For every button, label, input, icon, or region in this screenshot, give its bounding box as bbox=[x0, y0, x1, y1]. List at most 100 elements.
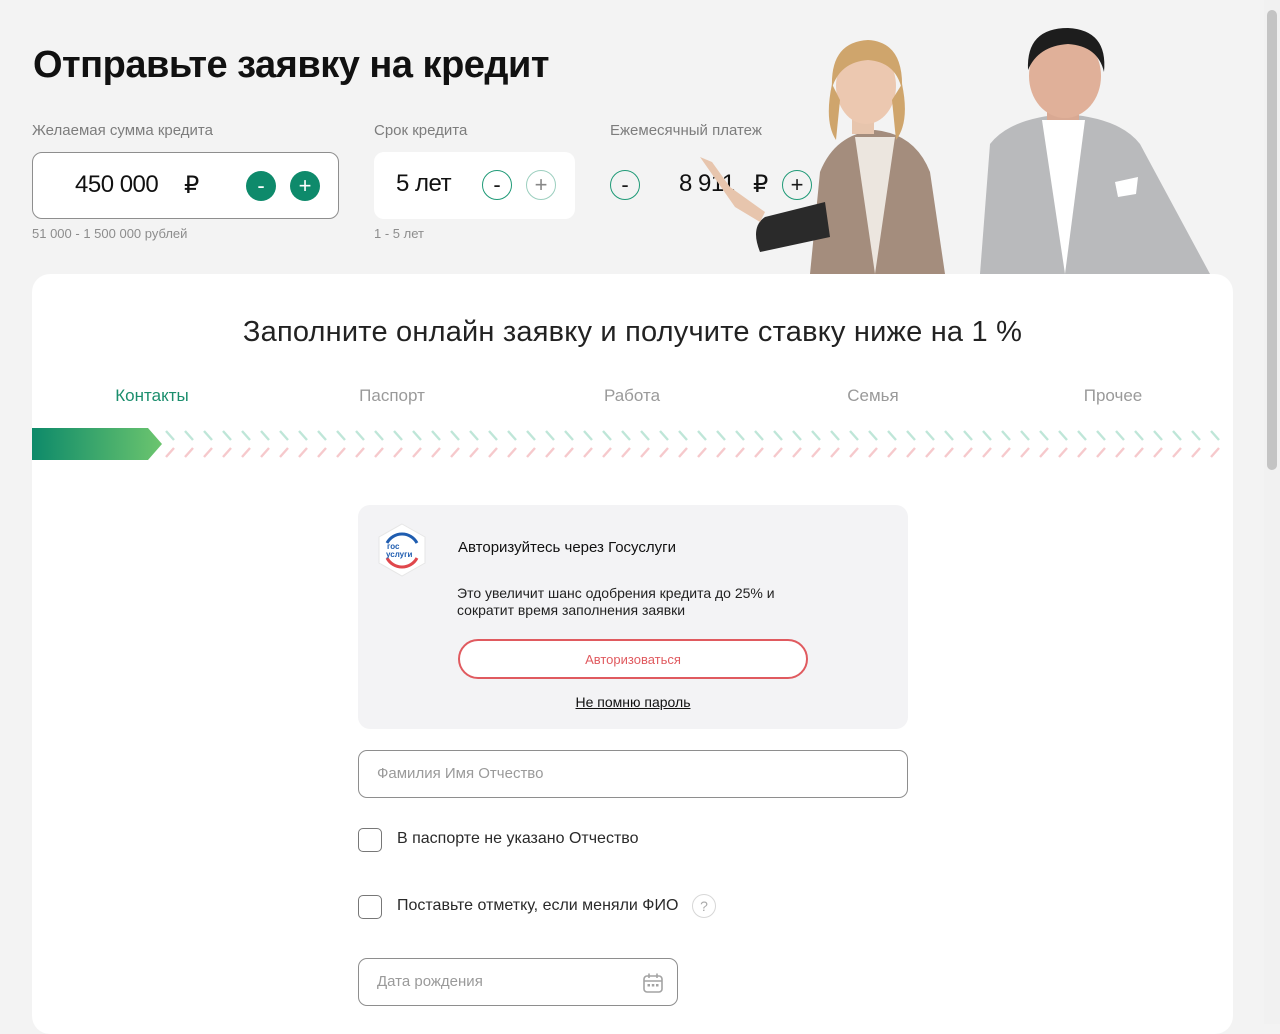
term-label: Срок кредита bbox=[374, 122, 468, 139]
progress-chevron bbox=[469, 430, 479, 441]
progress-chevron bbox=[602, 447, 612, 458]
full-name-input[interactable]: Фамилия Имя Отчество bbox=[358, 750, 908, 798]
progress-chevron bbox=[1058, 447, 1068, 458]
progress-chevron bbox=[298, 430, 308, 441]
term-increase-button[interactable]: + bbox=[526, 170, 556, 200]
amount-increase-button[interactable]: + bbox=[290, 171, 320, 201]
progress-chevron bbox=[374, 447, 384, 458]
progress-chevron bbox=[868, 447, 878, 458]
term-input[interactable]: 5 лет - + bbox=[374, 152, 575, 219]
progress-chevron bbox=[241, 430, 251, 441]
progress-chevron bbox=[982, 430, 992, 441]
progress-chevron bbox=[1134, 430, 1144, 441]
progress-fill bbox=[32, 428, 162, 460]
progress-chevron bbox=[317, 430, 327, 441]
page-scrollbar[interactable] bbox=[1264, 0, 1280, 1024]
progress-chevron bbox=[1172, 430, 1182, 441]
progress-chevron bbox=[735, 430, 745, 441]
progress-chevron bbox=[849, 447, 859, 458]
progress-chevron bbox=[754, 447, 764, 458]
progress-chevron bbox=[697, 430, 707, 441]
progress-chevron bbox=[583, 430, 593, 441]
progress-chevron bbox=[792, 430, 802, 441]
payment-decrease-button[interactable]: - bbox=[610, 170, 640, 200]
progress-chevron bbox=[545, 447, 555, 458]
progress-chevron bbox=[1058, 430, 1068, 441]
birth-date-input[interactable]: Дата рождения bbox=[358, 958, 678, 1006]
progress-chevron bbox=[1134, 447, 1144, 458]
progress-chevron bbox=[1210, 447, 1220, 458]
step-passport[interactable]: Паспорт bbox=[359, 386, 425, 406]
progress-chevron bbox=[1172, 447, 1182, 458]
progress-chevron bbox=[811, 447, 821, 458]
term-decrease-button[interactable]: - bbox=[482, 170, 512, 200]
progress-chevron bbox=[336, 430, 346, 441]
progress-chevron bbox=[507, 430, 517, 441]
progress-chevron bbox=[887, 447, 897, 458]
birth-date-placeholder: Дата рождения bbox=[377, 973, 483, 990]
progress-chevron bbox=[526, 430, 536, 441]
name-changed-checkbox[interactable] bbox=[358, 895, 382, 919]
step-work[interactable]: Работа bbox=[604, 386, 660, 406]
progress-chevron bbox=[184, 430, 194, 441]
progress-chevron bbox=[1153, 430, 1163, 441]
progress-chevron bbox=[1115, 430, 1125, 441]
progress-chevron bbox=[602, 430, 612, 441]
progress-chevron bbox=[203, 447, 213, 458]
progress-chevron bbox=[1191, 430, 1201, 441]
step-contacts[interactable]: Контакты bbox=[115, 386, 188, 406]
progress-chevron bbox=[830, 447, 840, 458]
amount-label: Желаемая сумма кредита bbox=[32, 122, 213, 139]
step-family[interactable]: Семья bbox=[847, 386, 898, 406]
progress-chevron bbox=[431, 447, 441, 458]
progress-chevron bbox=[925, 430, 935, 441]
progress-chevron bbox=[336, 447, 346, 458]
progress-chevron bbox=[716, 430, 726, 441]
progress-chevron bbox=[412, 430, 422, 441]
progress-chevron bbox=[260, 430, 270, 441]
progress-chevron bbox=[412, 447, 422, 458]
progress-chevron bbox=[165, 430, 175, 441]
progress-chevron bbox=[678, 430, 688, 441]
page-title: Отправьте заявку на кредит bbox=[33, 44, 550, 86]
progress-chevron bbox=[925, 447, 935, 458]
progress-chevron bbox=[298, 447, 308, 458]
progress-chevron bbox=[640, 447, 650, 458]
gosuslugi-auth-block: гос услуги Авторизуйтесь через Госуслуги… bbox=[358, 505, 908, 729]
step-other[interactable]: Прочее bbox=[1084, 386, 1143, 406]
progress-chevron bbox=[735, 447, 745, 458]
progress-chevron bbox=[1020, 447, 1030, 458]
progress-chevron bbox=[982, 447, 992, 458]
scrollbar-thumb[interactable] bbox=[1267, 10, 1277, 470]
amount-input[interactable]: 450 000 ₽ - + bbox=[32, 152, 339, 219]
term-range-hint: 1 - 5 лет bbox=[374, 226, 424, 241]
progress-chevron bbox=[1039, 447, 1049, 458]
progress-chevron bbox=[773, 447, 783, 458]
progress-chevron bbox=[526, 447, 536, 458]
progress-chevron bbox=[697, 447, 707, 458]
progress-chevron bbox=[1001, 447, 1011, 458]
progress-chevron bbox=[792, 447, 802, 458]
progress-chevron bbox=[507, 447, 517, 458]
amount-decrease-button[interactable]: - bbox=[246, 171, 276, 201]
no-patronymic-checkbox[interactable] bbox=[358, 828, 382, 852]
progress-chevron bbox=[564, 447, 574, 458]
gosuslugi-logo-text-bottom: услуги bbox=[386, 550, 412, 559]
no-patronymic-label: В паспорте не указано Отчество bbox=[397, 830, 639, 847]
progress-chevron bbox=[621, 430, 631, 441]
calendar-icon[interactable] bbox=[641, 971, 665, 995]
progress-chevron bbox=[963, 430, 973, 441]
help-question-icon[interactable]: ? bbox=[692, 894, 716, 918]
progress-chevron bbox=[488, 447, 498, 458]
progress-chevron bbox=[1039, 430, 1049, 441]
progress-chevron bbox=[678, 447, 688, 458]
term-value: 5 лет bbox=[396, 170, 452, 197]
gosuslugi-description: Это увеличит шанс одобрения кредита до 2… bbox=[457, 585, 775, 618]
forgot-password-link[interactable]: Не помню пароль bbox=[358, 694, 908, 710]
progress-chevron bbox=[469, 447, 479, 458]
progress-chevron bbox=[355, 447, 365, 458]
progress-chevron bbox=[1077, 430, 1087, 441]
gosuslugi-authorize-button[interactable]: Авторизоваться bbox=[458, 639, 808, 679]
progress-chevron bbox=[1115, 447, 1125, 458]
progress-chevron bbox=[317, 447, 327, 458]
